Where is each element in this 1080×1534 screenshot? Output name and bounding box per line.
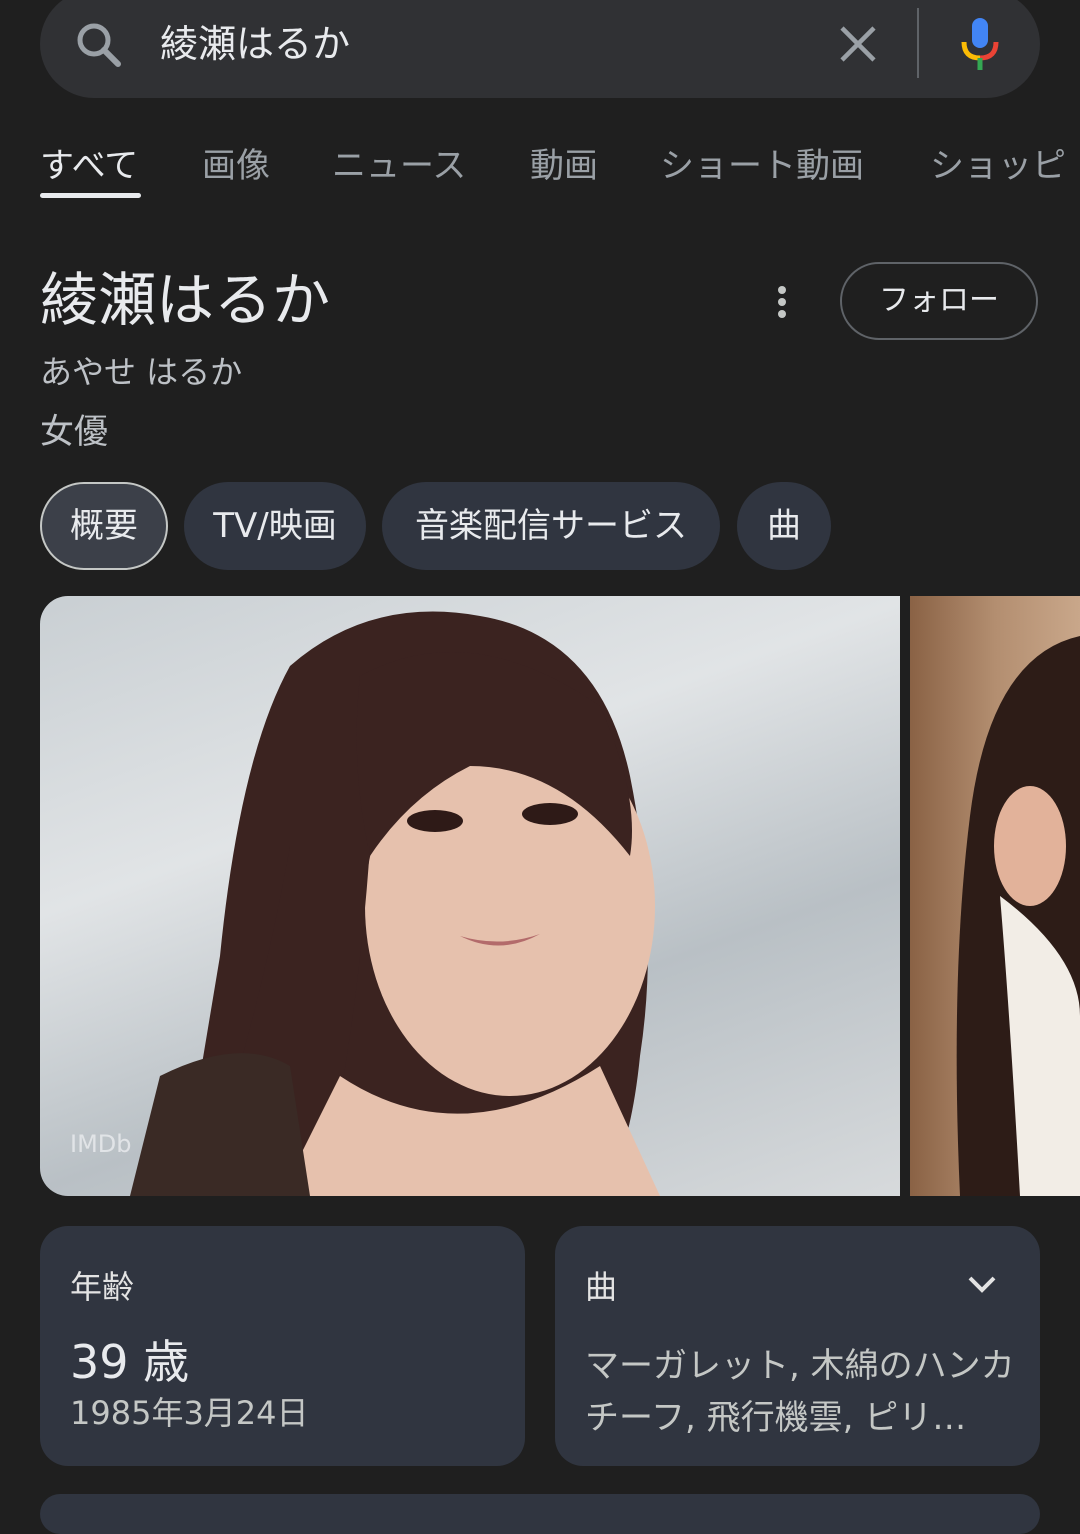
search-icon[interactable] — [74, 20, 124, 70]
songs-label: 曲 — [585, 1268, 618, 1306]
tab-short-videos[interactable]: ショート動画 — [660, 140, 864, 192]
tab-shopping[interactable]: ショッピ — [930, 140, 1066, 192]
chip-overview[interactable]: 概要 — [40, 482, 168, 570]
more-options-icon[interactable] — [770, 284, 794, 320]
follow-button[interactable]: フォロー — [840, 262, 1038, 340]
tab-images[interactable]: 画像 — [202, 140, 270, 192]
entity-reading: あやせ はるか — [40, 353, 243, 391]
entity-photo[interactable] — [40, 596, 900, 1196]
next-card[interactable] — [40, 1494, 1040, 1534]
songs-card[interactable]: 曲 マーガレット, 木綿のハンカチーフ, 飛行機雲, ピリ… — [555, 1226, 1040, 1466]
chip-songs[interactable]: 曲 — [737, 482, 831, 570]
birth-date: 1985年3月24日 — [70, 1394, 309, 1432]
microphone-icon[interactable] — [958, 16, 1002, 72]
search-divider — [917, 8, 919, 78]
close-icon[interactable] — [836, 22, 880, 66]
chevron-down-icon[interactable] — [964, 1266, 1000, 1302]
entity-photo-secondary[interactable] — [910, 596, 1080, 1196]
portrait-illustration — [130, 611, 660, 1196]
chip-tv-movies[interactable]: TV/映画 — [184, 482, 366, 570]
tab-all[interactable]: すべて — [40, 140, 138, 192]
chip-music-streaming[interactable]: 音楽配信サービス — [382, 482, 720, 570]
entity-title: 綾瀬はるか — [40, 266, 331, 334]
tab-videos[interactable]: 動画 — [530, 140, 598, 192]
songs-list: マーガレット, 木綿のハンカチーフ, 飛行機雲, ピリ… — [585, 1346, 1015, 1438]
age-label: 年齢 — [70, 1268, 135, 1306]
portrait-illustration-secondary — [956, 636, 1080, 1196]
entity-subtitle: 女優 — [40, 412, 108, 452]
age-card[interactable]: 年齢 39 歳 1985年3月24日 — [40, 1226, 525, 1466]
search-input[interactable]: 綾瀬はるか — [160, 18, 350, 70]
tab-news[interactable]: ニュース — [332, 140, 466, 192]
photo-source-label: IMDb — [70, 1130, 132, 1158]
age-value: 39 歳 — [70, 1335, 190, 1389]
active-tab-indicator — [40, 193, 141, 198]
